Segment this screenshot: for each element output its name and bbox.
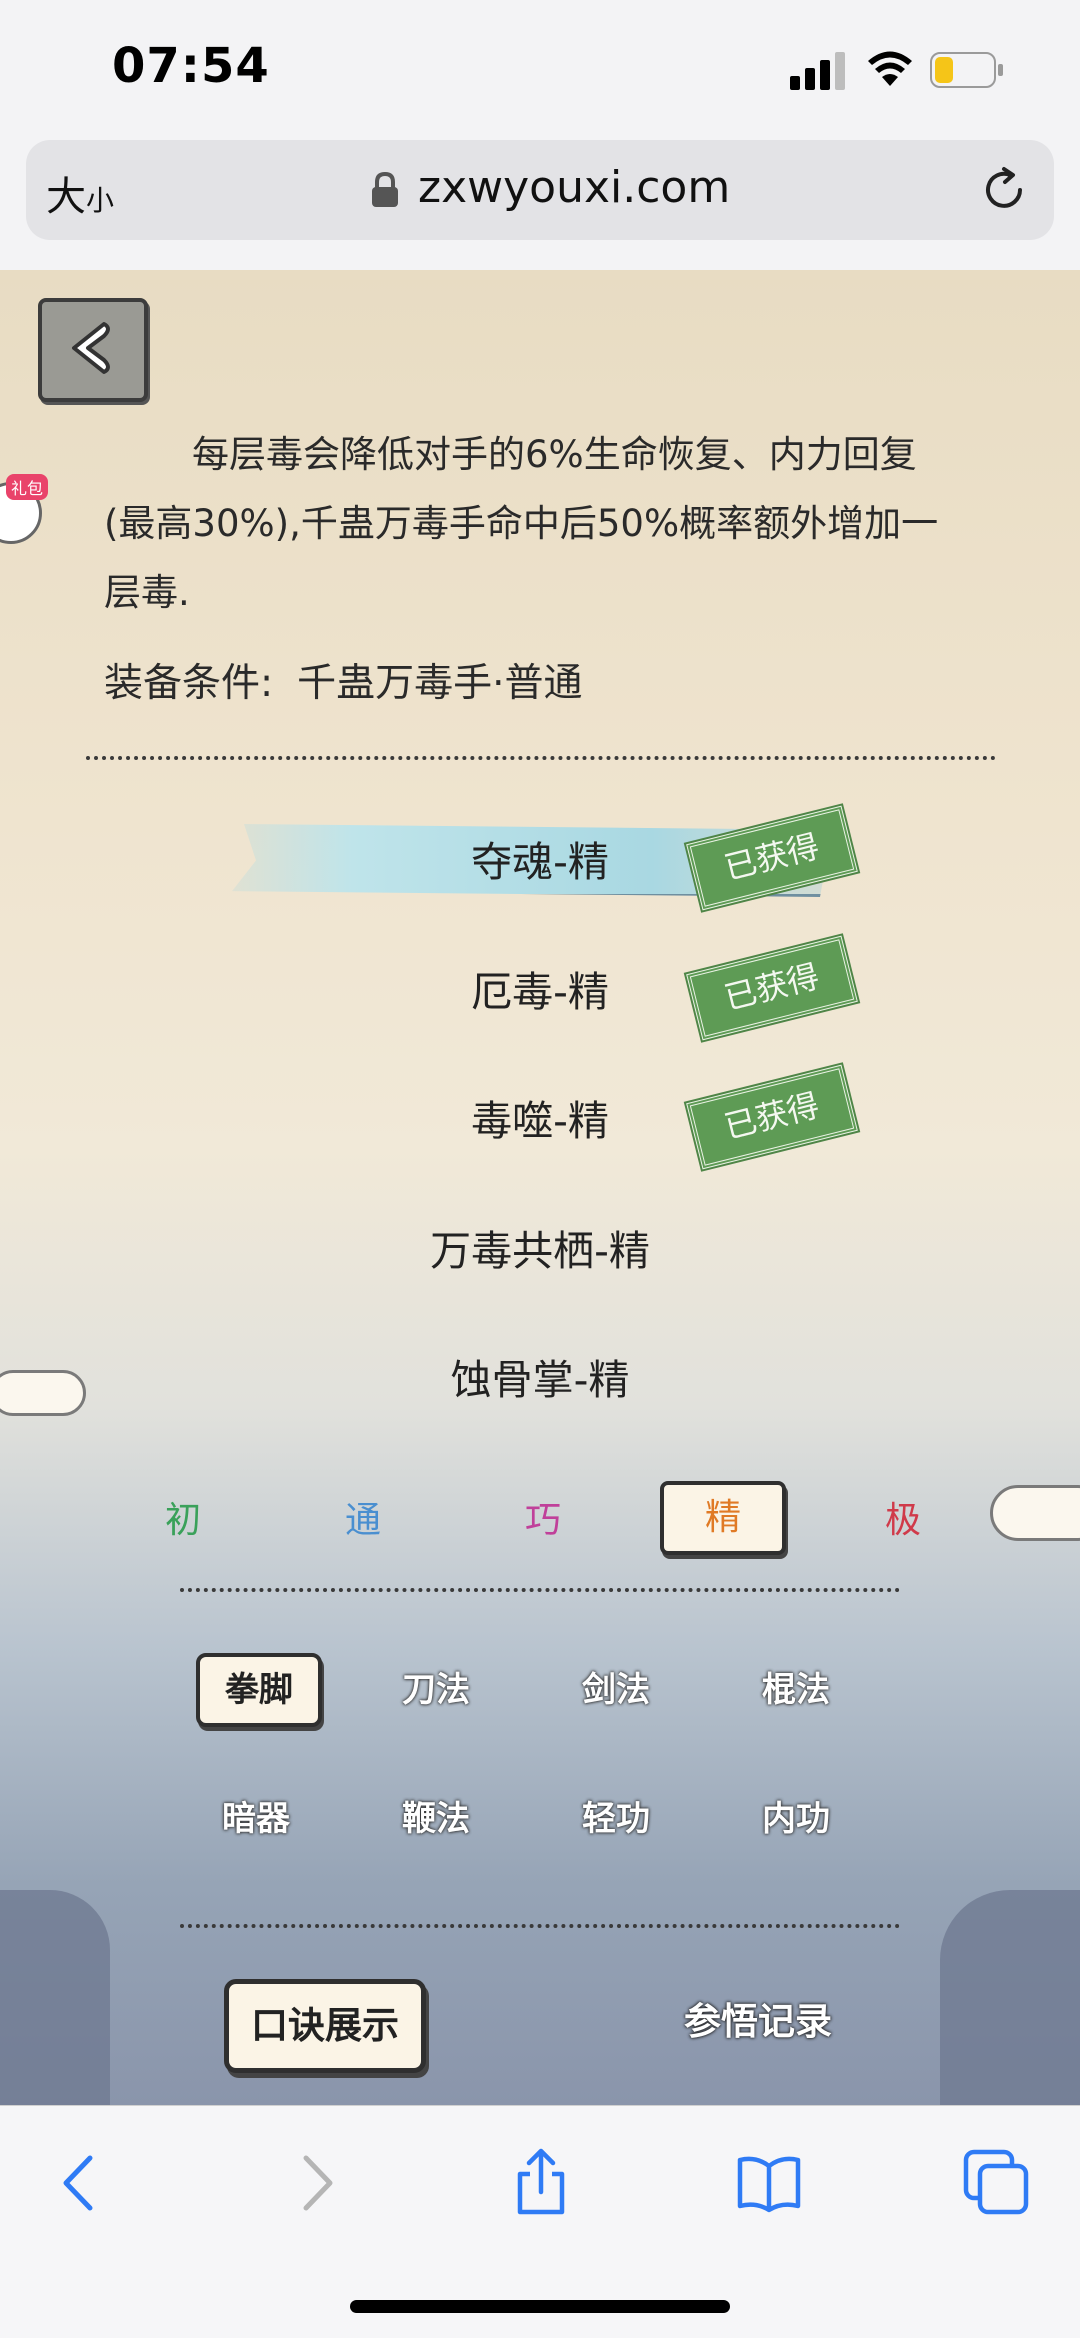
equip-condition-value: 千蛊万毒手·普通 xyxy=(297,661,583,706)
back-button[interactable] xyxy=(38,298,148,402)
mountain-decoration-left xyxy=(0,1890,110,2105)
back-icon[interactable] xyxy=(46,2148,116,2218)
divider xyxy=(180,1588,900,1592)
grade-tab-qiao[interactable]: 巧 xyxy=(503,1491,583,1543)
forward-icon[interactable] xyxy=(280,2148,350,2218)
skill-description-text: 每层毒会降低对手的6%生命恢复、内力回复(最高30%),千蛊万毒手命中后50%概… xyxy=(104,433,939,614)
divider xyxy=(86,756,996,760)
text-size-large-label: 大 xyxy=(46,174,86,220)
grade-tab-ji[interactable]: 极 xyxy=(863,1491,943,1543)
grade-tab-chu[interactable]: 初 xyxy=(143,1491,223,1543)
category-tab-fist[interactable]: 拳脚 xyxy=(196,1653,322,1727)
lock-icon xyxy=(372,172,398,207)
url-text: zxwyouxi.com xyxy=(418,162,731,213)
category-tab-lightness[interactable]: 轻功 xyxy=(557,1786,675,1852)
category-tab-sword[interactable]: 剑法 xyxy=(557,1657,675,1723)
skill-name: 厄毒-精 xyxy=(471,968,609,1016)
category-tab-whip[interactable]: 鞭法 xyxy=(377,1786,495,1852)
skill-name: 夺魂-精 xyxy=(471,838,609,886)
address-bar[interactable]: 大小 zxwyouxi.com xyxy=(26,140,1054,240)
text-size-button[interactable]: 大小 xyxy=(46,164,114,222)
obtained-stamp: 已获得 xyxy=(686,935,858,1041)
skill-item[interactable]: 万毒共栖-精 xyxy=(0,1199,1080,1289)
divider xyxy=(180,1924,900,1928)
text-size-small-label: 小 xyxy=(86,184,115,217)
obtained-stamp: 已获得 xyxy=(686,1064,858,1170)
status-bar: 07:54 xyxy=(0,0,1080,140)
grade-tabs: 初 通 巧 精 极 xyxy=(0,1475,1080,1555)
equip-condition-label: 装备条件: xyxy=(104,661,274,706)
equip-condition: 装备条件: 千蛊万毒手·普通 xyxy=(104,652,583,708)
skill-item[interactable]: 蚀骨掌-精 xyxy=(0,1328,1080,1418)
browser-address-area: 大小 zxwyouxi.com xyxy=(0,140,1080,271)
cellular-signal-icon xyxy=(790,52,845,90)
share-icon[interactable] xyxy=(506,2148,576,2218)
skill-item[interactable]: 厄毒-精 已获得 xyxy=(0,935,1080,1041)
wifi-icon xyxy=(868,51,912,86)
skill-name: 蚀骨掌-精 xyxy=(450,1356,630,1404)
skill-name: 毒噬-精 xyxy=(471,1097,609,1145)
back-arrow-icon xyxy=(72,322,110,374)
bookmarks-icon[interactable] xyxy=(734,2148,804,2218)
grade-tab-tong[interactable]: 通 xyxy=(323,1491,403,1543)
gift-tag: 礼包 xyxy=(6,474,49,500)
status-time: 07:54 xyxy=(112,38,270,94)
mantra-display-button[interactable]: 口诀展示 xyxy=(224,1979,426,2073)
insight-record-button[interactable]: 参悟记录 xyxy=(668,1992,848,2052)
tabs-icon[interactable] xyxy=(962,2148,1032,2218)
category-tab-inner[interactable]: 内功 xyxy=(737,1786,855,1852)
category-tab-hidden-weapon[interactable]: 暗器 xyxy=(197,1786,315,1852)
skill-item[interactable]: 毒噬-精 已获得 xyxy=(0,1064,1080,1170)
skill-name: 万毒共栖-精 xyxy=(430,1227,650,1275)
game-panel: 礼包 每层毒会降低对手的6%生命恢复、内力回复(最高30%),千蛊万毒手命中后5… xyxy=(0,270,1080,2105)
home-indicator xyxy=(350,2300,730,2313)
mountain-decoration-right xyxy=(940,1890,1080,2105)
category-tab-staff[interactable]: 棍法 xyxy=(737,1657,855,1723)
grade-tab-jing[interactable]: 精 xyxy=(660,1481,786,1555)
skill-description: 每层毒会降低对手的6%生命恢复、内力回复(最高30%),千蛊万毒手命中后50%概… xyxy=(104,420,964,627)
skill-item[interactable]: 夺魂-精 已获得 xyxy=(0,805,1080,911)
battery-icon xyxy=(930,52,1003,88)
reload-icon[interactable] xyxy=(980,166,1028,214)
category-tab-blade[interactable]: 刀法 xyxy=(377,1657,495,1723)
